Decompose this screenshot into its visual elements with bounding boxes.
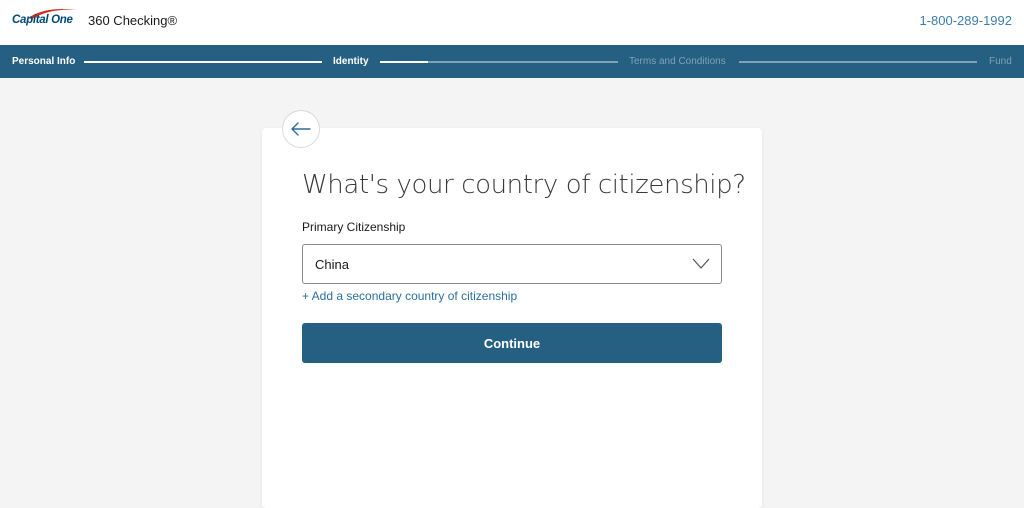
chevron-down-icon: [692, 258, 710, 269]
back-button[interactable]: [282, 110, 320, 148]
primary-citizenship-label: Primary Citizenship: [302, 220, 406, 234]
step-fund: Fund: [989, 56, 1012, 67]
logo-text: Capital One: [12, 14, 73, 26]
progress-segment-2: [380, 61, 618, 63]
capital-one-logo[interactable]: Capital One: [12, 6, 78, 36]
top-header: Capital One 360 Checking® 1-800-289-1992: [0, 0, 1024, 45]
progress-segment-1: [84, 61, 322, 63]
arrow-left-icon: [291, 122, 311, 136]
step-personal-info: Personal Info: [12, 56, 76, 67]
step-terms-and-conditions: Terms and Conditions: [629, 56, 726, 67]
progress-stepper: Personal Info Identity Terms and Conditi…: [0, 45, 1024, 78]
add-secondary-citizenship-link[interactable]: + Add a secondary country of citizenship: [302, 289, 517, 303]
page-title: What's your country of citizenship?: [302, 170, 746, 200]
product-name: 360 Checking®: [88, 13, 178, 28]
primary-citizenship-select[interactable]: China: [302, 244, 722, 284]
progress-segment-3: [739, 61, 977, 63]
select-value: China: [315, 257, 349, 272]
continue-button[interactable]: Continue: [302, 323, 722, 363]
phone-number-link[interactable]: 1-800-289-1992: [919, 13, 1012, 28]
progress-segment-2-fill: [380, 61, 428, 63]
step-identity: Identity: [333, 56, 369, 67]
